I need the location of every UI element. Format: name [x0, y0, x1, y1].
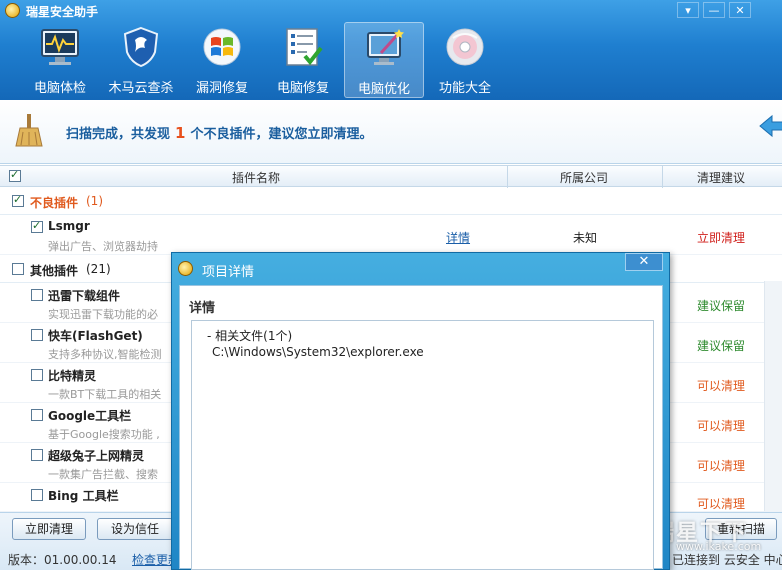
tool-features[interactable]: 功能大全 [425, 22, 505, 98]
version-text: 版本：01.00.00.14 [8, 553, 117, 567]
table-row[interactable]: Lsmgr 弹出广告、浏览器劫持 详情 未知 立即清理 [0, 215, 782, 255]
bad-plugin-count: 1 [175, 124, 186, 142]
plugin-name: 比特精灵 [48, 369, 97, 383]
minimize-button[interactable]: — [703, 2, 725, 18]
title-bar: 瑞星安全助手 ▾ — ✕ 电脑体检 木马云查杀 漏洞修复 电脑修复 电脑优化 功… [0, 0, 782, 100]
magic-wand-monitor-icon [367, 29, 404, 65]
detail-link[interactable]: 详情 [446, 229, 470, 246]
list-scrollbar[interactable] [764, 281, 782, 511]
back-arrow-icon[interactable] [758, 112, 782, 140]
plugin-advice: 建议保留 [697, 299, 746, 313]
cloud-status: 已连接到 云安全 中心 [672, 553, 782, 567]
row-checkbox[interactable] [31, 219, 43, 233]
broom-icon [15, 114, 43, 147]
group-count: (21) [86, 262, 111, 276]
plugin-name: Google工具栏 [48, 409, 132, 423]
row-checkbox[interactable] [31, 489, 43, 501]
detail-textbox[interactable]: - 相关文件(1个) C:\Windows\System32\explorer.… [191, 320, 654, 570]
plugin-name: 超级兔子上网精灵 [48, 449, 145, 463]
select-all-checkbox[interactable] [9, 168, 21, 182]
plugin-desc: 支持多种协议,智能检测 [48, 348, 162, 361]
related-file-path: C:\Windows\System32\explorer.exe [212, 345, 424, 359]
column-advice: 清理建议 [697, 171, 746, 185]
dialog-heading: 详情 [189, 301, 216, 316]
windows-logo-icon [203, 28, 241, 66]
related-files-header: - 相关文件(1个) [207, 329, 293, 343]
disc-icon [446, 28, 484, 66]
tool-pc-checkup[interactable]: 电脑体检 [20, 22, 100, 98]
plugin-advice: 可以清理 [697, 379, 746, 393]
group-checkbox[interactable] [12, 263, 24, 275]
plugin-advice: 可以清理 [697, 497, 746, 511]
dialog-title: 项目详情 [202, 265, 255, 280]
dialog-body: 详情 - 相关文件(1个) C:\Windows\System32\explor… [179, 285, 663, 570]
row-checkbox[interactable] [31, 289, 43, 301]
column-plugin-name: 插件名称 [232, 171, 281, 185]
plugin-name: 迅雷下载组件 [48, 289, 121, 303]
plugin-company: 未知 [573, 231, 598, 245]
menu-dropdown-button[interactable]: ▾ [677, 2, 699, 18]
scan-result-banner: 扫描完成，共发现 1 个不良插件，建议您立即清理。 [0, 100, 782, 164]
group-count: (1) [86, 194, 103, 208]
plugin-name: 快车(FlashGet) [48, 329, 143, 343]
column-company: 所属公司 [560, 171, 609, 185]
item-detail-dialog: 项目详情 ✕ 详情 - 相关文件(1个) C:\Windows\System32… [171, 252, 670, 570]
app-logo-icon [178, 261, 193, 276]
column-divider [507, 166, 508, 188]
tool-pc-optimize[interactable]: 电脑优化 [344, 22, 424, 98]
watermark-url: www.ikake.com [676, 540, 762, 553]
tool-pc-repair[interactable]: 电脑修复 [263, 22, 343, 98]
scan-summary: 扫描完成，共发现 1 个不良插件，建议您立即清理。 [66, 123, 372, 142]
checklist-icon [286, 28, 323, 66]
tool-label: 木马云查杀 [108, 81, 174, 96]
summary-suffix: 个不良插件，建议您立即清理。 [190, 127, 373, 142]
plugin-advice: 建议保留 [697, 339, 746, 353]
app-title: 瑞星安全助手 [26, 5, 99, 19]
app-logo-icon [5, 3, 20, 18]
plugin-advice: 可以清理 [697, 459, 746, 473]
plugin-advice: 可以清理 [697, 419, 746, 433]
set-trusted-button[interactable]: 设为信任 [97, 518, 173, 540]
table-header: 插件名称 所属公司 清理建议 [0, 165, 782, 188]
plugin-desc: 基于Google搜索功能 , [48, 428, 160, 441]
clean-now-button[interactable]: 立即清理 [12, 518, 86, 540]
tool-label: 功能大全 [438, 81, 491, 96]
plugin-desc: 弹出广告、浏览器劫持 [48, 240, 158, 253]
dialog-close-button[interactable]: ✕ [625, 253, 663, 271]
plugin-name: Lsmgr [48, 219, 90, 233]
main-toolbar: 电脑体检 木马云查杀 漏洞修复 电脑修复 电脑优化 功能大全 [20, 22, 506, 98]
row-checkbox[interactable] [31, 449, 43, 461]
plugin-name: Bing 工具栏 [48, 489, 119, 503]
group-checkbox[interactable] [12, 193, 24, 207]
tool-label: 电脑优化 [357, 82, 410, 97]
plugin-desc: 一款BT下载工具的相关 [48, 388, 162, 401]
tool-trojan-scan[interactable]: 木马云查杀 [101, 22, 181, 98]
close-window-button[interactable]: ✕ [729, 2, 751, 18]
shield-icon [123, 26, 159, 68]
row-checkbox[interactable] [31, 329, 43, 341]
tool-vuln-fix[interactable]: 漏洞修复 [182, 22, 262, 98]
group-name: 其他插件 [30, 264, 79, 278]
group-name: 不良插件 [30, 196, 79, 210]
plugin-desc: 实现迅雷下载功能的必 [48, 308, 158, 321]
tool-label: 漏洞修复 [195, 81, 248, 96]
group-bad-plugins[interactable]: 不良插件 (1) [0, 187, 782, 215]
tool-label: 电脑体检 [33, 81, 86, 96]
row-checkbox[interactable] [31, 409, 43, 421]
tool-label: 电脑修复 [276, 81, 329, 96]
row-checkbox[interactable] [31, 369, 43, 381]
summary-prefix: 扫描完成，共发现 [66, 127, 171, 142]
plugin-desc: 一款集广告拦截、搜索 [48, 468, 158, 481]
monitor-checkup-icon [41, 29, 79, 65]
plugin-advice: 立即清理 [697, 231, 746, 245]
column-divider [662, 166, 663, 188]
